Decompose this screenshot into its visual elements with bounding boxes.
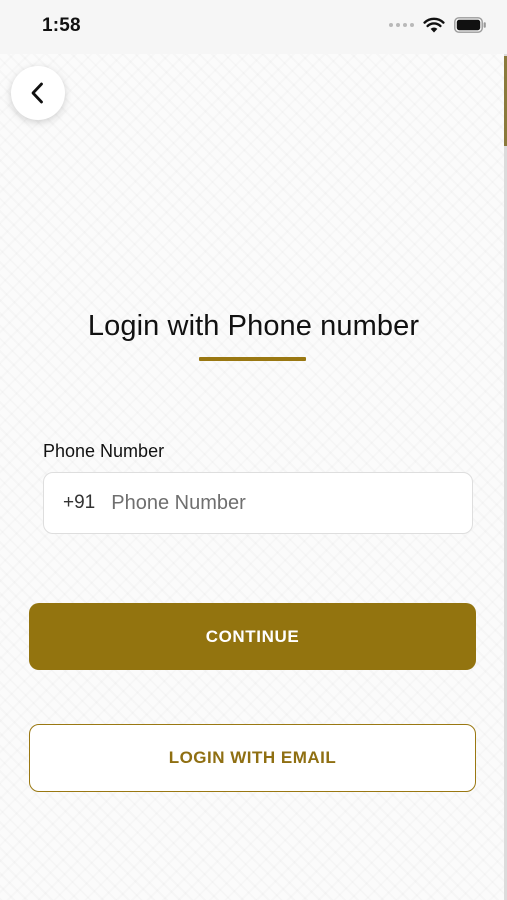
signal-dots-icon bbox=[389, 23, 414, 27]
country-code[interactable]: +91 bbox=[63, 492, 95, 514]
continue-button[interactable]: CONTINUE bbox=[29, 603, 476, 670]
battery-icon bbox=[454, 17, 486, 33]
status-time: 1:58 bbox=[42, 15, 81, 36]
phone-number-label: Phone Number bbox=[43, 441, 165, 461]
back-button[interactable] bbox=[11, 66, 65, 120]
page-title: Login with Phone number bbox=[87, 310, 420, 342]
status-icons bbox=[389, 17, 487, 33]
wifi-icon bbox=[423, 17, 445, 33]
status-bar: 1:58 bbox=[0, 0, 507, 54]
phone-number-input[interactable] bbox=[111, 491, 432, 515]
phone-number-field[interactable]: +91 bbox=[43, 472, 473, 534]
chevron-left-icon bbox=[31, 82, 43, 104]
title-underline bbox=[199, 357, 306, 361]
login-with-email-button[interactable]: LOGIN WITH EMAIL bbox=[29, 724, 476, 792]
